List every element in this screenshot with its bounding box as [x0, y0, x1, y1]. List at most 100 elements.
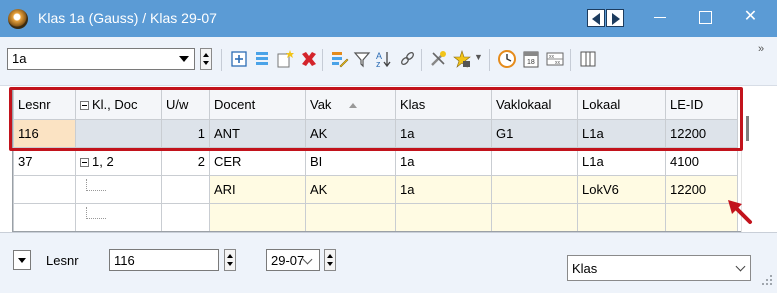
cell-vaklokaal[interactable] — [491, 203, 578, 231]
new-icon[interactable] — [275, 49, 295, 69]
table-row[interactable]: 37 1, 2 2 CER BI 1a L1a 4100 — [13, 147, 738, 176]
column-header-uw[interactable]: U/w — [161, 89, 210, 120]
cell-le-id[interactable]: 4100 — [665, 147, 738, 176]
scrollbar-thumb[interactable] — [746, 116, 749, 141]
tree-connector — [86, 207, 106, 219]
window-title: Klas 1a (Gauss) / Klas 29-07 — [38, 10, 217, 26]
table-row[interactable]: 116 1 ANT AK 1a G1 L1a 12200 — [13, 119, 738, 148]
cell-lesnr[interactable]: 116 — [13, 119, 76, 148]
tree-connector — [86, 179, 106, 191]
lessons-grid: Lesnr Kl., Doc U/w Docent Vak Klas Vaklo… — [12, 88, 753, 232]
app-logo-icon — [8, 9, 28, 29]
grid-header-row: Lesnr Kl., Doc U/w Docent Vak Klas Vaklo… — [13, 89, 738, 120]
svg-text:xx: xx — [549, 54, 555, 60]
cell-vak[interactable]: BI — [305, 147, 396, 176]
cell-lokaal[interactable]: LokV6 — [577, 175, 666, 204]
expand-icon[interactable] — [229, 49, 249, 69]
cell-uw[interactable] — [161, 175, 210, 204]
cell-vak[interactable] — [305, 203, 396, 231]
column-header-lokaal[interactable]: Lokaal — [577, 89, 666, 120]
minimize-button[interactable] — [638, 0, 683, 37]
class-combo-value: 1a — [12, 51, 27, 66]
cell-docent[interactable]: ANT — [209, 119, 306, 148]
cell-klas[interactable] — [395, 203, 492, 231]
svg-text:xx: xx — [555, 60, 561, 66]
cell-klas[interactable]: 1a — [395, 119, 492, 148]
next-record-button[interactable] — [606, 9, 624, 27]
field-selector-dropdown[interactable] — [13, 250, 31, 270]
view-selector[interactable]: Klas — [567, 255, 751, 281]
collapse-icon[interactable] — [80, 158, 89, 167]
edit-icon[interactable] — [329, 49, 349, 69]
cell-vak[interactable]: AK — [305, 119, 396, 148]
cell-docent[interactable] — [209, 203, 306, 231]
sort-icon[interactable]: A z — [374, 49, 394, 69]
cell-lesnr[interactable] — [13, 175, 76, 204]
delete-icon[interactable] — [299, 49, 319, 69]
cell-vak[interactable]: AK — [305, 175, 396, 204]
cell-uw[interactable]: 2 — [161, 147, 210, 176]
chevron-down-icon[interactable] — [735, 261, 746, 272]
cell-lesnr[interactable] — [13, 203, 76, 231]
class-spinner[interactable] — [200, 48, 212, 70]
table-row[interactable] — [13, 203, 738, 231]
cell-kl-doc[interactable] — [75, 119, 162, 148]
cell-lokaal[interactable]: L1a — [577, 119, 666, 148]
cell-kl-doc[interactable] — [75, 175, 162, 204]
cell-klas[interactable]: 1a — [395, 147, 492, 176]
svg-text:18: 18 — [527, 59, 535, 66]
toolbar-separator — [421, 49, 422, 71]
column-header-le-id[interactable]: LE-ID — [665, 89, 738, 120]
cell-lokaal[interactable] — [577, 203, 666, 231]
maximize-button[interactable] — [683, 0, 728, 37]
cell-uw[interactable] — [161, 203, 210, 231]
class-combo[interactable]: 1a — [7, 48, 195, 70]
column-header-kl-doc[interactable]: Kl., Doc — [75, 89, 162, 120]
calendar-icon[interactable]: 18 — [521, 49, 541, 69]
cell-le-id[interactable]: 12200 — [665, 119, 738, 148]
column-header-vaklokaal[interactable]: Vaklokaal — [491, 89, 578, 120]
date-spinner[interactable] — [324, 249, 336, 271]
cell-vaklokaal[interactable] — [491, 175, 578, 204]
cell-vaklokaal[interactable]: G1 — [491, 119, 578, 148]
tools-icon[interactable] — [428, 49, 448, 69]
cell-klas[interactable]: 1a — [395, 175, 492, 204]
cell-uw[interactable]: 1 — [161, 119, 210, 148]
cell-kl-doc[interactable] — [75, 203, 162, 231]
grid-icon[interactable]: xx xx — [545, 49, 565, 69]
lesnr-spinner[interactable] — [224, 249, 236, 271]
link-icon[interactable] — [397, 49, 417, 69]
filter-icon[interactable] — [352, 49, 372, 69]
column-header-lesnr[interactable]: Lesnr — [13, 89, 76, 120]
triangle-left-icon — [592, 13, 600, 25]
view-selector-value: Klas — [572, 261, 598, 276]
previous-record-button[interactable] — [587, 9, 605, 27]
list-icon[interactable] — [252, 49, 272, 69]
cell-kl-doc[interactable]: 1, 2 — [75, 147, 162, 176]
close-button[interactable]: ✕ — [728, 0, 773, 37]
clock-icon[interactable] — [497, 49, 517, 69]
column-header-vak[interactable]: Vak — [305, 89, 396, 120]
cell-lesnr[interactable]: 37 — [13, 147, 76, 176]
annotation-arrow-icon — [728, 200, 752, 224]
triangle-right-icon — [612, 13, 620, 25]
cell-docent[interactable]: ARI — [209, 175, 306, 204]
cell-vaklokaal[interactable] — [491, 147, 578, 176]
chevron-down-icon[interactable] — [302, 254, 316, 266]
collapse-icon[interactable] — [80, 101, 89, 110]
resize-grip-icon[interactable] — [762, 275, 772, 285]
cell-docent[interactable]: CER — [209, 147, 306, 176]
table-row[interactable]: ARI AK 1a LokV6 12200 — [13, 175, 738, 204]
status-bar: Lesnr 116 29-07 Klas — [0, 232, 777, 293]
columns-icon[interactable] — [578, 49, 598, 69]
column-header-klas[interactable]: Klas — [395, 89, 492, 120]
toolbar-overflow-button[interactable]: » — [758, 43, 764, 55]
wizard-icon[interactable] — [452, 49, 472, 69]
cell-lokaal[interactable]: L1a — [577, 147, 666, 176]
lesnr-input[interactable]: 116 — [109, 249, 219, 271]
column-header-docent[interactable]: Docent — [209, 89, 306, 120]
wizard-dropdown-icon[interactable]: ▼ — [474, 52, 483, 62]
toolbar-separator — [570, 49, 571, 71]
field-label: Lesnr — [46, 253, 79, 268]
chevron-down-icon[interactable] — [176, 51, 192, 67]
